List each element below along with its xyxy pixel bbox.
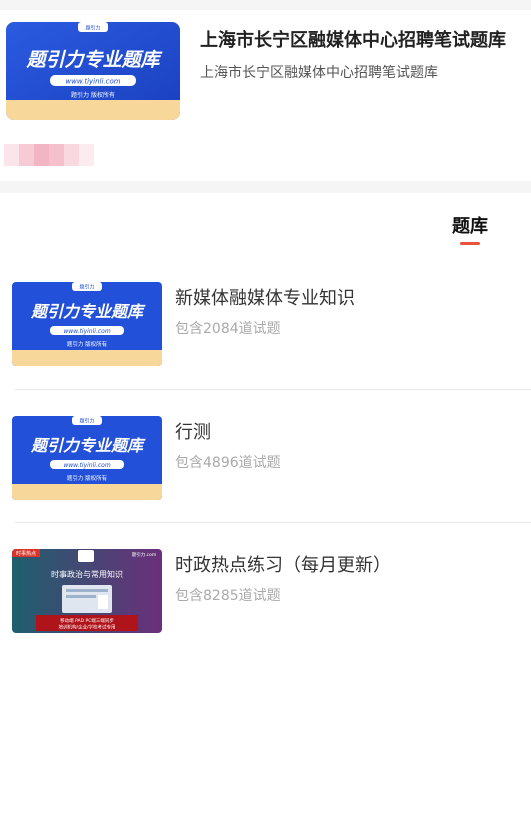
svg-text:www.tiyinli.com: www.tiyinli.com bbox=[63, 328, 110, 335]
blurred-user-info bbox=[4, 144, 94, 166]
item-title: 时政热点练习（每月更新） bbox=[175, 555, 391, 576]
divider bbox=[15, 522, 531, 523]
svg-text:题引力专业题库: 题引力专业题库 bbox=[30, 302, 146, 321]
header-cover-image: 题引力 题引力专业题库 www.tiyinli.com 题引力 版权所有 bbox=[6, 22, 180, 120]
item-cover-image: 题引力 题引力专业题库 www.tiyinli.com 题引力 版权所有 bbox=[12, 282, 162, 366]
svg-text:题引力: 题引力 bbox=[79, 284, 94, 291]
tab-active-indicator bbox=[460, 242, 480, 245]
header-cover-main-text: 题引力专业题库 bbox=[25, 49, 163, 71]
item-question-count: 包含2084道试题 bbox=[175, 321, 281, 337]
list-item[interactable]: 题引力 题引力专业题库 www.tiyinli.com 题引力 版权所有 行测 … bbox=[0, 416, 531, 536]
header-cover-footer: 题引力 版权所有 bbox=[71, 91, 115, 99]
item-question-count: 包含4896道试题 bbox=[175, 455, 281, 471]
list-item[interactable]: 时事热点 题引力.com 时事政治与常用知识 移动端 PAD PC端三端同步 培… bbox=[0, 549, 531, 669]
svg-text:移动端 PAD PC端三端同步: 移动端 PAD PC端三端同步 bbox=[60, 617, 114, 624]
section-separator bbox=[0, 181, 531, 193]
svg-text:题引力 版权所有: 题引力 版权所有 bbox=[67, 474, 108, 482]
item-title: 新媒体融媒体专业知识 bbox=[175, 288, 355, 309]
svg-text:题引力专业题库: 题引力专业题库 bbox=[30, 436, 146, 455]
svg-text:www.tiyinli.com: www.tiyinli.com bbox=[63, 462, 110, 469]
item-cover-svg: 题引力 题引力专业题库 www.tiyinli.com 题引力 版权所有 bbox=[12, 282, 162, 366]
item-question-count: 包含8285道试题 bbox=[175, 588, 281, 604]
page-subtitle: 上海市长宁区融媒体中心招聘笔试题库 bbox=[200, 65, 438, 81]
item-cover-svg: 题引力 题引力专业题库 www.tiyinli.com 题引力 版权所有 bbox=[12, 416, 162, 500]
item-cover-image: 时事热点 题引力.com 时事政治与常用知识 移动端 PAD PC端三端同步 培… bbox=[12, 549, 162, 633]
header-cover-badge: 题引力 bbox=[85, 25, 100, 32]
svg-text:时事热点: 时事热点 bbox=[16, 550, 36, 557]
item-cover-image: 题引力 题引力专业题库 www.tiyinli.com 题引力 版权所有 bbox=[12, 416, 162, 500]
header-cover-url: www.tiyinli.com bbox=[65, 78, 120, 86]
svg-text:题引力 版权所有: 题引力 版权所有 bbox=[67, 340, 108, 348]
page: 题引力 题引力专业题库 www.tiyinli.com 题引力 版权所有 上海市… bbox=[0, 0, 531, 815]
top-band bbox=[0, 0, 531, 10]
item-cover-svg: 时事热点 题引力.com 时事政治与常用知识 移动端 PAD PC端三端同步 培… bbox=[12, 549, 162, 633]
header-cover-svg: 题引力 题引力专业题库 www.tiyinli.com 题引力 版权所有 bbox=[6, 22, 180, 120]
page-title: 上海市长宁区融媒体中心招聘笔试题库 bbox=[200, 30, 506, 51]
svg-text:时事政治与常用知识: 时事政治与常用知识 bbox=[51, 569, 123, 579]
list-item[interactable]: 题引力 题引力专业题库 www.tiyinli.com 题引力 版权所有 新媒体… bbox=[0, 282, 531, 402]
svg-text:培训机构/企业/学校考试专用: 培训机构/企业/学校考试专用 bbox=[58, 624, 115, 631]
item-title: 行测 bbox=[175, 422, 211, 443]
divider bbox=[15, 389, 531, 390]
svg-text:题引力.com: 题引力.com bbox=[132, 551, 157, 558]
tab-question-bank[interactable]: 题库 bbox=[440, 212, 500, 238]
svg-text:题引力: 题引力 bbox=[79, 418, 94, 425]
